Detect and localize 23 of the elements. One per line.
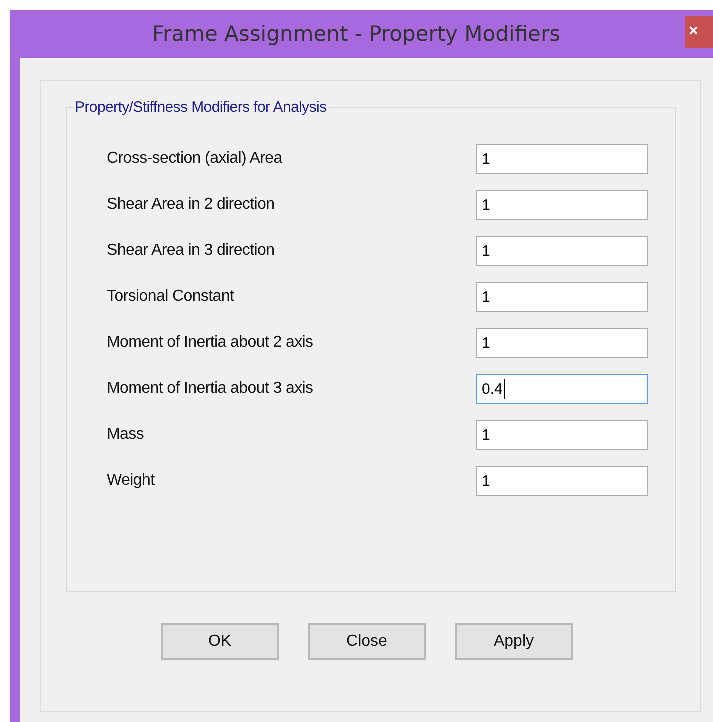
input-field[interactable]: 1 xyxy=(476,282,648,312)
text-caret xyxy=(504,379,505,399)
input-field[interactable]: 1 xyxy=(476,190,648,220)
field-label: Weight xyxy=(107,472,156,490)
field-label: Cross-section (axial) Area xyxy=(107,150,284,168)
input-field[interactable]: 1 xyxy=(476,236,648,266)
field-label: Torsional Constant xyxy=(107,288,236,306)
window-title: Frame Assignment - Property Modifiers xyxy=(152,22,561,46)
field-label: Moment of Inertia about 2 axis xyxy=(107,334,314,352)
close-button[interactable]: × xyxy=(685,16,713,48)
group-title: Property/Stiffness Modifiers for Analysis xyxy=(74,99,328,116)
dialog-button[interactable]: Apply xyxy=(455,623,573,660)
input-field[interactable]: 0.4 xyxy=(476,374,648,404)
field-label: Shear Area in 3 direction xyxy=(107,242,276,260)
input-field[interactable]: 1 xyxy=(476,328,648,358)
dialog-button[interactable]: OK xyxy=(161,623,279,660)
field-label: Moment of Inertia about 3 axis xyxy=(107,380,314,398)
dialog-button[interactable]: Close xyxy=(308,623,426,660)
field-label: Mass xyxy=(107,426,146,444)
input-field[interactable]: 1 xyxy=(476,144,648,174)
input-field[interactable]: 1 xyxy=(476,420,648,450)
field-label: Shear Area in 2 direction xyxy=(107,196,276,214)
input-field[interactable]: 1 xyxy=(476,466,648,496)
